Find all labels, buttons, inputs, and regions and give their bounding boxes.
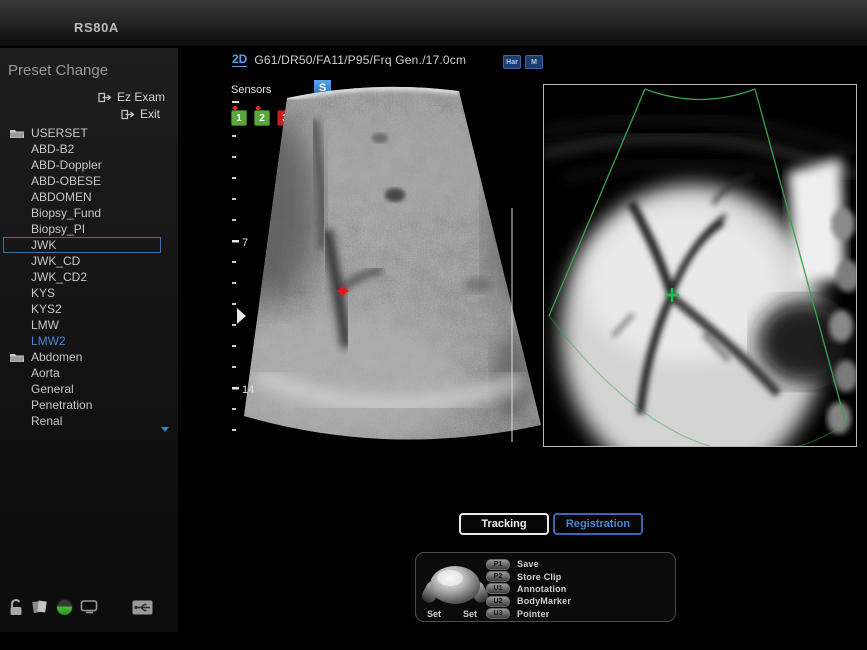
- tree-item-penetration[interactable]: Penetration: [3, 397, 161, 413]
- unlock-icon: [8, 598, 24, 616]
- system-model-label: RS80A: [74, 20, 119, 35]
- tree-item-biopsy-fund[interactable]: Biopsy_Fund: [3, 205, 161, 221]
- ultrasound-screen: RS80A Preset Change Ez Exam Exit USERSET…: [0, 0, 867, 650]
- usb-icon: [132, 599, 153, 616]
- tree-item-kys[interactable]: KYS: [3, 285, 161, 301]
- exit-arrow-icon: [98, 92, 112, 103]
- ultrasound-fan: [230, 80, 545, 450]
- status-led-icon: [56, 599, 73, 616]
- exit-button[interactable]: Exit: [121, 107, 160, 121]
- mode-2d-link[interactable]: 2D: [232, 53, 247, 67]
- tree-item-jwk-cd2[interactable]: JWK_CD2: [3, 269, 161, 285]
- tree-item-lmw[interactable]: LMW: [3, 317, 161, 333]
- set-right-label: Set: [463, 609, 477, 619]
- key-badge-u3: U3: [486, 608, 510, 619]
- depth-ruler: 7 14: [232, 135, 254, 431]
- key-mapping-list: P1 Save P2 Store Clip U1 Annotation U2 B…: [486, 558, 571, 620]
- ultrasound-image[interactable]: 7 14: [230, 80, 545, 450]
- tree-item-general[interactable]: General: [3, 381, 161, 397]
- tree-item-jwk-cd[interactable]: JWK_CD: [3, 253, 161, 269]
- tree-item-jwk-selected[interactable]: JWK: [3, 237, 161, 253]
- system-status-icons: [8, 598, 153, 616]
- title-bar: RS80A: [0, 0, 867, 46]
- ez-exam-button[interactable]: Ez Exam: [98, 90, 165, 104]
- exit-label: Exit: [140, 107, 160, 121]
- image-mode-badges: Har M: [503, 55, 543, 69]
- mri-reference-image[interactable]: [543, 84, 857, 447]
- image-parameters: G61/DR50/FA11/P95/Frq Gen./17.0cm: [254, 53, 466, 67]
- key-badge-p2: P2: [486, 571, 510, 582]
- folder-icon: [9, 352, 25, 363]
- monitor-icon: [80, 599, 100, 615]
- key-badge-u1: U1: [486, 583, 510, 594]
- set-left-label: Set: [427, 609, 441, 619]
- tree-item-biopsy-pi[interactable]: Biopsy_PI: [3, 221, 161, 237]
- tracking-button[interactable]: Tracking: [459, 513, 549, 535]
- preset-tree: USERSET ABD-B2 ABD-Doppler ABD-OBESE ABD…: [0, 125, 178, 429]
- tree-item-abd-b2[interactable]: ABD-B2: [3, 141, 161, 157]
- mapping-row-store-clip: P2 Store Clip: [486, 570, 571, 582]
- key-badge-p1: P1: [486, 559, 510, 570]
- tree-item-renal[interactable]: Renal: [3, 413, 161, 429]
- ez-exam-label: Ez Exam: [117, 90, 165, 104]
- key-badge-u2: U2: [486, 596, 510, 607]
- depth-label-14: 14: [242, 384, 254, 396]
- preset-sidebar: Preset Change Ez Exam Exit USERSET ABD-B…: [0, 48, 178, 632]
- image-parameter-bar: 2D G61/DR50/FA11/P95/Frq Gen./17.0cm: [232, 53, 466, 67]
- m-badge-icon: M: [525, 55, 543, 69]
- sidebar-title: Preset Change: [8, 62, 108, 79]
- depth-label-7: 7: [242, 237, 248, 249]
- mapping-row-annotation: U1 Annotation: [486, 583, 571, 595]
- harmonic-badge-icon: Har: [503, 55, 521, 69]
- trackball-graphic: Set Set: [422, 557, 488, 621]
- exit-arrow-icon: [121, 109, 135, 120]
- tree-folder-abdomen[interactable]: Abdomen: [3, 349, 161, 365]
- tree-item-abdomen-caps[interactable]: ABDOMEN: [3, 189, 161, 205]
- focus-marker-icon: [237, 308, 246, 324]
- tree-item-aorta[interactable]: Aorta: [3, 365, 161, 381]
- mapping-row-save: P1 Save: [486, 558, 571, 570]
- tree-item-abd-obese[interactable]: ABD-OBESE: [3, 173, 161, 189]
- documents-icon: [31, 598, 49, 616]
- scroll-down-arrow-icon[interactable]: [161, 427, 169, 432]
- mapping-row-bodymarker: U2 BodyMarker: [486, 595, 571, 607]
- registration-button[interactable]: Registration: [553, 513, 643, 535]
- mapping-row-pointer: U3 Pointer: [486, 608, 571, 620]
- tree-item-kys2[interactable]: KYS2: [3, 301, 161, 317]
- tree-item-lmw2-active[interactable]: LMW2: [3, 333, 161, 349]
- folder-icon: [9, 128, 25, 139]
- trackball-help-panel: Set Set P1 Save P2 Store Clip U1 Annotat…: [415, 552, 676, 622]
- tree-item-abd-doppler[interactable]: ABD-Doppler: [3, 157, 161, 173]
- tree-folder-userset[interactable]: USERSET: [3, 125, 161, 141]
- fusion-mode-buttons: Tracking Registration: [459, 513, 643, 535]
